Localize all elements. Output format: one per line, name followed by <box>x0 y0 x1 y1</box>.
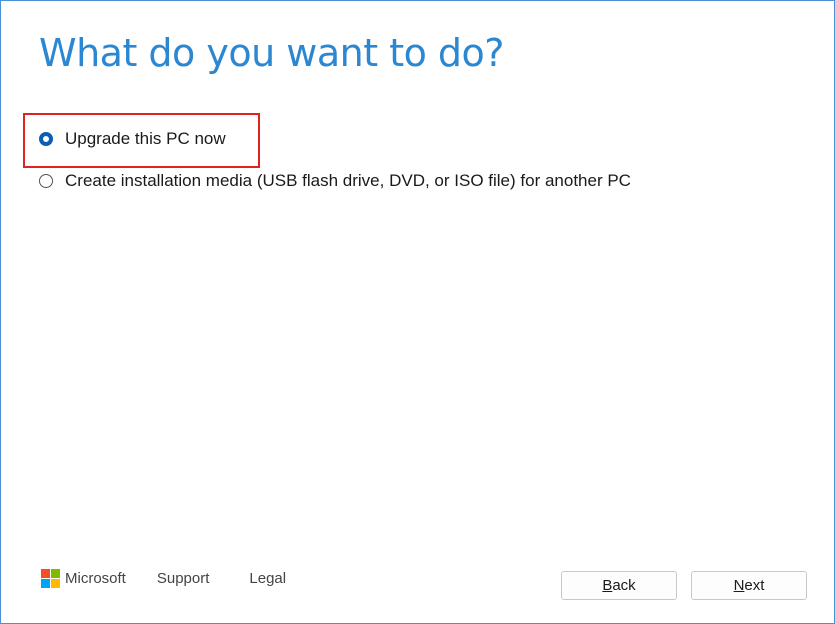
back-label-rest: ack <box>612 577 636 594</box>
setup-window: What do you want to do? Upgrade this PC … <box>0 0 835 624</box>
support-link[interactable]: Support <box>157 570 210 587</box>
microsoft-brand: Microsoft <box>65 570 126 587</box>
radio-selected-icon[interactable] <box>39 132 53 146</box>
next-label-rest: ext <box>744 577 765 594</box>
option-create-installation-media[interactable]: Create installation media (USB flash dri… <box>39 171 631 191</box>
microsoft-logo-icon <box>41 569 60 588</box>
back-mnemonic: B <box>602 577 613 594</box>
legal-link[interactable]: Legal <box>249 570 286 587</box>
page-title: What do you want to do? <box>39 31 504 75</box>
radio-unselected-icon[interactable] <box>39 174 53 188</box>
option-label: Create installation media (USB flash dri… <box>65 171 631 190</box>
footer: Microsoft Support Legal <box>41 569 286 588</box>
next-mnemonic: N <box>733 577 745 594</box>
option-upgrade-this-pc[interactable]: Upgrade this PC now <box>39 129 226 149</box>
back-button[interactable]: Back <box>561 571 677 600</box>
next-button[interactable]: Next <box>691 571 807 600</box>
option-label: Upgrade this PC now <box>65 129 226 148</box>
